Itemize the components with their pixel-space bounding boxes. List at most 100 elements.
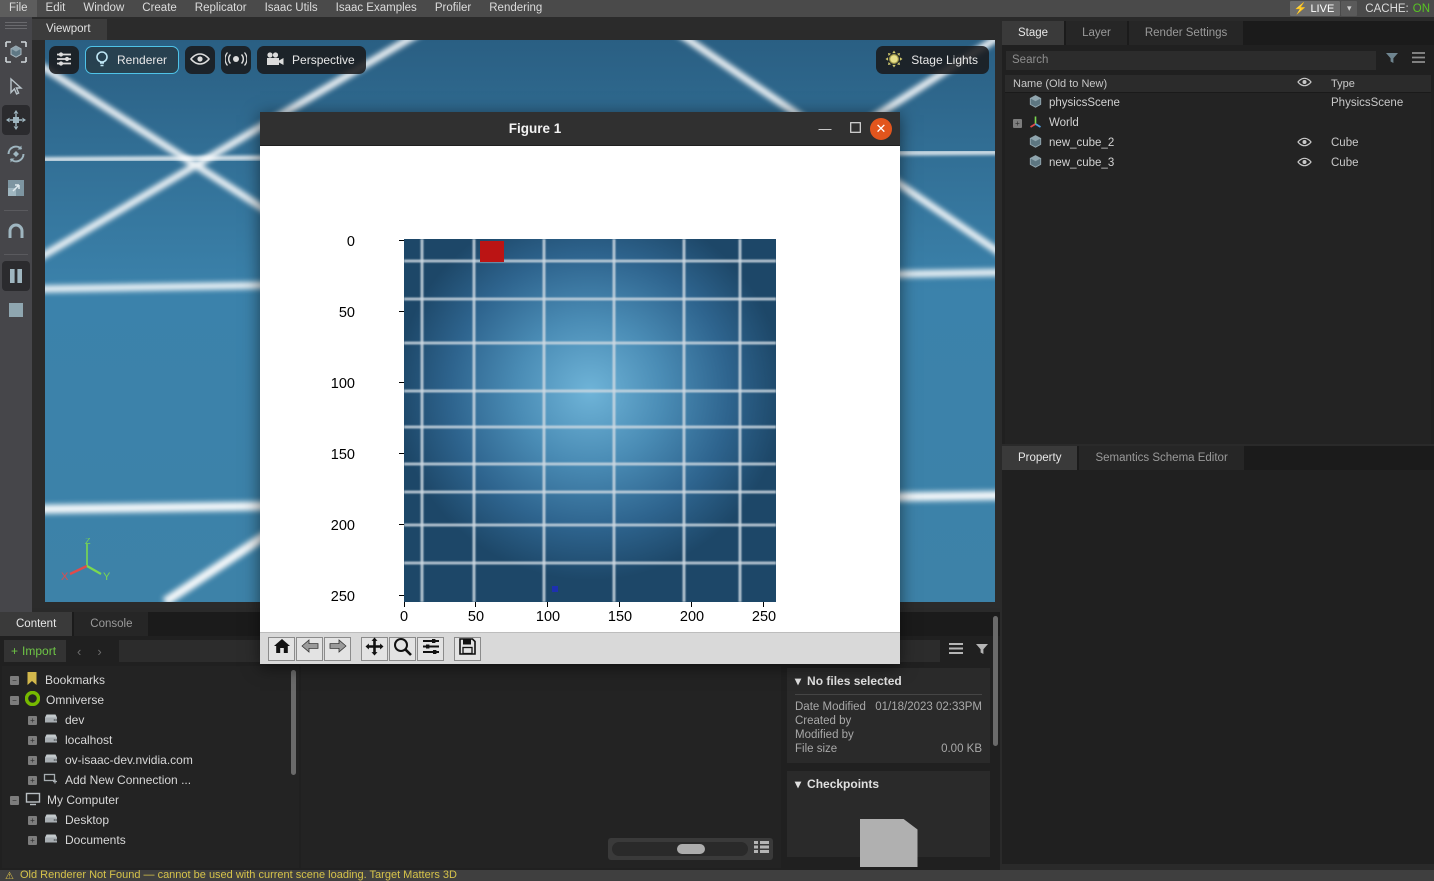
- tab-viewport[interactable]: Viewport: [32, 19, 107, 40]
- maximize-button[interactable]: [840, 112, 870, 146]
- zoom-slider[interactable]: [612, 842, 748, 856]
- minimize-button[interactable]: —: [810, 112, 840, 146]
- menu-item-profiler[interactable]: Profiler: [426, 0, 480, 17]
- live-button[interactable]: ⚡ LIVE: [1290, 1, 1341, 16]
- pan-button[interactable]: [361, 637, 388, 661]
- chevron-down-icon[interactable]: ▾: [1341, 1, 1357, 16]
- viewport-visibility-button[interactable]: [185, 46, 215, 74]
- pause-icon: [6, 266, 26, 286]
- tab-render-settings[interactable]: Render Settings: [1129, 21, 1243, 45]
- stage-tree: physicsScene PhysicsScene + Wor: [1005, 93, 1431, 444]
- nav-back-button[interactable]: ‹: [72, 644, 86, 659]
- list-item[interactable]: + ov-isaac-dev.nvidia.com: [2, 750, 299, 770]
- detail-scrollbar[interactable]: [993, 666, 998, 746]
- list-item[interactable]: + Desktop: [2, 810, 299, 830]
- list-item[interactable]: − My Computer: [2, 790, 299, 810]
- stage-options-button[interactable]: [1408, 50, 1428, 70]
- figure-title: Figure 1: [260, 121, 810, 136]
- tab-layer[interactable]: Layer: [1066, 21, 1127, 45]
- content-list-view-button[interactable]: [946, 641, 966, 661]
- list-item[interactable]: + Add New Connection ...: [2, 770, 299, 790]
- content-filter-button[interactable]: [972, 641, 992, 661]
- menu-item-rendering[interactable]: Rendering: [480, 0, 551, 17]
- table-row[interactable]: new_cube_3 Cube: [1005, 153, 1431, 173]
- tab-semantics-schema-editor[interactable]: Semantics Schema Editor: [1079, 446, 1243, 470]
- snap-tool[interactable]: [2, 217, 30, 247]
- menu-item-edit[interactable]: Edit: [37, 0, 75, 17]
- stage-search-input[interactable]: Search: [1006, 51, 1376, 70]
- zoom-button[interactable]: [389, 637, 416, 661]
- grid-view-toggle-icon[interactable]: [754, 840, 769, 858]
- move-tool[interactable]: [2, 105, 30, 135]
- matplotlib-figure-window[interactable]: Figure 1 — ✕ 0 50 100 150 200 250: [260, 112, 900, 664]
- back-button[interactable]: [296, 637, 323, 661]
- scale-gizmo-icon: [5, 177, 27, 199]
- expand-toggle[interactable]: +: [28, 776, 37, 785]
- expand-toggle[interactable]: +: [28, 736, 37, 745]
- select-object-tool[interactable]: [2, 37, 30, 67]
- collapse-toggle[interactable]: −: [10, 696, 19, 705]
- forward-button[interactable]: [324, 637, 351, 661]
- stage-row-visibility[interactable]: [1287, 137, 1321, 150]
- expand-toggle[interactable]: +: [28, 816, 37, 825]
- column-header-visibility[interactable]: [1287, 77, 1321, 90]
- selection-arrow-tool[interactable]: [2, 71, 30, 101]
- viewport-settings-button[interactable]: [49, 46, 79, 74]
- expand-toggle[interactable]: +: [1013, 119, 1022, 128]
- column-header-name[interactable]: Name (Old to New): [1005, 78, 1287, 90]
- tab-console[interactable]: Console: [74, 612, 148, 636]
- viewport-audio-button[interactable]: [221, 46, 251, 74]
- stage-filter-button[interactable]: [1382, 50, 1402, 70]
- scale-tool[interactable]: [2, 173, 30, 203]
- zoom-slider-handle[interactable]: [677, 844, 705, 854]
- save-button[interactable]: [454, 637, 481, 661]
- menu-item-isaac-utils[interactable]: Isaac Utils: [256, 0, 327, 17]
- renderer-button[interactable]: Renderer: [85, 46, 179, 74]
- rail-drag-handle[interactable]: [5, 22, 27, 31]
- table-row[interactable]: + World: [1005, 113, 1431, 133]
- stage-lights-label: Stage Lights: [911, 53, 978, 67]
- menu-item-create[interactable]: Create: [133, 0, 186, 17]
- expand-toggle[interactable]: +: [28, 756, 37, 765]
- cube-icon: [1028, 154, 1043, 172]
- list-item[interactable]: − Bookmarks: [2, 670, 299, 690]
- collapse-toggle[interactable]: −: [10, 676, 19, 685]
- tab-stage[interactable]: Stage: [1002, 21, 1064, 45]
- figure-canvas[interactable]: 0 50 100 150 200 250: [260, 146, 900, 632]
- nav-forward-button[interactable]: ›: [92, 644, 106, 659]
- camera-perspective-button[interactable]: Perspective: [257, 46, 366, 74]
- pause-button[interactable]: [2, 261, 30, 291]
- column-header-type[interactable]: Type: [1321, 78, 1431, 90]
- list-item[interactable]: + dev: [2, 710, 299, 730]
- menu-item-replicator[interactable]: Replicator: [186, 0, 256, 17]
- lightbulb-icon: [94, 50, 110, 71]
- checkpoints-header[interactable]: ▾ Checkpoints: [795, 777, 982, 791]
- menu-item-window[interactable]: Window: [74, 0, 133, 17]
- expand-toggle[interactable]: +: [28, 836, 37, 845]
- menu-item-file[interactable]: File: [0, 0, 37, 17]
- stage-lights-button[interactable]: Stage Lights: [876, 46, 989, 74]
- tab-content[interactable]: Content: [0, 612, 72, 636]
- home-button[interactable]: [268, 637, 295, 661]
- tab-property[interactable]: Property: [1002, 446, 1077, 470]
- expand-toggle[interactable]: +: [28, 716, 37, 725]
- content-file-grid[interactable]: [301, 666, 781, 868]
- y-tick-label: 50: [315, 305, 355, 321]
- file-info-header[interactable]: ▾ No files selected: [795, 674, 982, 688]
- list-item[interactable]: − Omniverse: [2, 690, 299, 710]
- table-row[interactable]: new_cube_2 Cube: [1005, 133, 1431, 153]
- tree-scrollbar[interactable]: [291, 670, 296, 775]
- figure-title-bar[interactable]: Figure 1 — ✕: [260, 112, 900, 146]
- table-row[interactable]: physicsScene PhysicsScene: [1005, 93, 1431, 113]
- close-button[interactable]: ✕: [870, 118, 892, 140]
- axis-orientation-gizmo[interactable]: Z X Y: [57, 538, 117, 588]
- configure-subplots-button[interactable]: [417, 637, 444, 661]
- stage-row-visibility[interactable]: [1287, 157, 1321, 170]
- collapse-toggle[interactable]: −: [10, 796, 19, 805]
- list-item[interactable]: + localhost: [2, 730, 299, 750]
- menu-item-isaac-examples[interactable]: Isaac Examples: [327, 0, 426, 17]
- list-item[interactable]: + Documents: [2, 830, 299, 850]
- import-button[interactable]: + Import: [4, 640, 66, 662]
- rotate-tool[interactable]: [2, 139, 30, 169]
- stop-button[interactable]: [2, 295, 30, 325]
